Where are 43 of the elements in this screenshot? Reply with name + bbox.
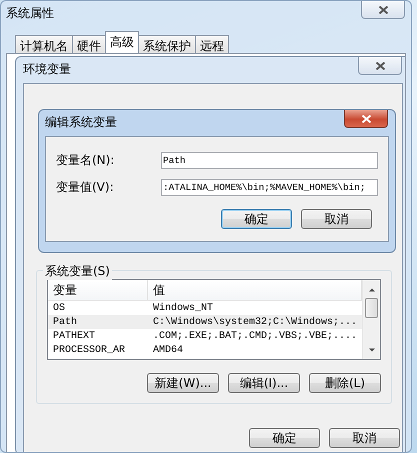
dialog-button[interactable]: 取消 [329,428,400,448]
table-cell-text: .COM;.EXE;.BAT;.CMD;.VBS;.VBE;.... [152,330,358,342]
tab[interactable]: 硬件 [72,35,106,53]
scrollbar[interactable] [362,280,380,359]
list-row[interactable]: Path C:\Windows\system32;C:\Windows;... [48,315,362,329]
close-icon [374,62,386,70]
list-row[interactable]: PATHEXT .COM;.EXE;.BAT;.CMD;.VBS;.VBE;.... [48,329,362,343]
group-label: 系统变量(S) [43,263,112,280]
input-field[interactable]: Path [161,152,378,169]
dialog-button[interactable]: 编辑(I)... [228,373,300,393]
list-row[interactable]: PROCESSOR_AR AMD64 [48,343,362,357]
dialog-button[interactable]: 确定 [249,428,320,448]
list-row[interactable]: OS Windows_NT [48,301,362,315]
dialog-button[interactable]: 确定 [221,209,292,229]
close-button[interactable] [344,110,388,128]
table-cell-text: OS [52,302,66,314]
tab[interactable]: 计算机名 [15,35,73,53]
table-cell-text: Windows_NT [152,302,214,314]
tab[interactable]: 远程 [195,35,229,53]
dialog-button[interactable]: 取消 [301,209,372,229]
tab[interactable]: 高级 [105,31,139,53]
table-cell-text: C:\Windows\system32;C:\Windows;... [152,316,358,328]
table-cell-text: AMD64 [152,344,184,356]
input-field[interactable]: :ATALINA_HOME%\bin;%MAVEN_HOME%\bin; [161,179,378,196]
close-button[interactable] [358,57,402,75]
field-label: 变量名(N): [56,152,116,169]
table-cell-text: Path [52,316,78,328]
field-label: 变量值(V): [56,179,115,196]
dialog-button[interactable]: 新建(W)... [147,373,219,393]
table-cell-text: PROCESSOR_AR [52,344,126,356]
dialog-title: 环境变量 [23,61,71,78]
column-header[interactable]: 变量 [48,280,148,300]
close-icon [360,114,372,122]
tab[interactable]: 系统保护 [138,35,196,53]
window-title: 系统属性 [6,5,54,22]
close-icon [378,6,388,14]
dialog-button[interactable]: 删除(L) [309,373,381,393]
scroll-up-icon[interactable] [368,287,376,292]
scroll-down-icon[interactable] [368,348,376,353]
dialog-title: 编辑系统变量 [45,114,117,131]
scroll-thumb[interactable] [365,298,378,318]
close-button[interactable] [361,1,405,19]
table-cell-text: PATHEXT [52,330,96,342]
